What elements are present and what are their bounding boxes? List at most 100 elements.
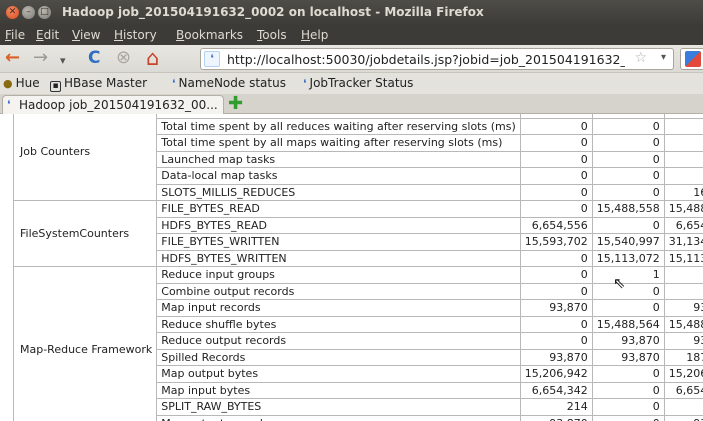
counter-name: Reduce input groups xyxy=(156,266,521,284)
map-value: 0 xyxy=(519,134,593,152)
menu-edit[interactable]: Edit xyxy=(36,28,59,42)
bookmark-label: HBase Master xyxy=(64,76,148,90)
home-icon[interactable]: ⌂ xyxy=(146,48,159,69)
menu-help[interactable]: Help xyxy=(301,28,328,42)
history-dropdown-icon[interactable]: ▾ xyxy=(60,51,66,71)
total-value xyxy=(663,266,703,284)
tab-hadoop-job[interactable]: ❛ Hadoop job_201504191632_00... xyxy=(2,95,224,114)
tab-bar: ❛ Hadoop job_201504191632_00... ✚ xyxy=(0,94,703,114)
navigation-toolbar: ← → ▾ C ⊗ ⌂ ❛ http://localhost:50030/job… xyxy=(0,45,703,73)
counter-name: HDFS_BYTES_WRITTEN xyxy=(156,249,521,267)
bookmark-label: Hue xyxy=(15,76,40,90)
new-tab-icon[interactable]: ✚ xyxy=(228,94,243,114)
map-value: 0 xyxy=(519,249,593,267)
counter-name: Data-local map tasks xyxy=(156,167,521,185)
site-favicon-icon: ❛ xyxy=(204,51,220,67)
reduce-value: 0 xyxy=(591,299,665,317)
forward-arrow-icon[interactable]: → xyxy=(33,48,48,68)
counter-name: Combine output records xyxy=(156,282,521,300)
total-value: 6,654,55 xyxy=(663,216,703,234)
bookmark-jobtracker-status[interactable]: ❛ JobTracker Status xyxy=(303,76,413,90)
reduce-value: 0 xyxy=(591,365,665,383)
hadoop-leaf-icon: ❛ xyxy=(172,77,176,90)
total-value: 93,87 xyxy=(663,414,703,421)
counter-name: Reduce output records xyxy=(156,332,521,350)
map-value: 0 xyxy=(519,117,593,135)
counter-name: Launched map tasks xyxy=(156,150,521,168)
counter-group-name: FileSystemCounters xyxy=(12,200,158,267)
tab-label: Hadoop job_201504191632_00... xyxy=(19,98,218,112)
url-dropdown-icon[interactable]: ▾ xyxy=(661,52,666,63)
menu-view[interactable]: View xyxy=(72,28,100,42)
map-value: 6,654,556 xyxy=(519,216,593,234)
counter-name: SPLIT_RAW_BYTES xyxy=(156,398,521,416)
reduce-value: 15,540,997 xyxy=(591,233,665,251)
search-box[interactable] xyxy=(680,48,703,70)
map-value: 0 xyxy=(519,282,593,300)
back-arrow-icon[interactable]: ← xyxy=(5,48,20,68)
table-row: FileSystemCounters FILE_BYTES_READ 0 15,488… xyxy=(12,200,703,267)
window-title: Hadoop job_201504191632_0002 on localhos… xyxy=(62,5,484,19)
counter-name: Spilled Records xyxy=(156,348,521,366)
window-title-bar: ✕ – □ Hadoop job_201504191632_0002 on lo… xyxy=(0,0,703,25)
hadoop-leaf-icon: ❛ xyxy=(7,98,11,111)
url-bar[interactable]: ❛ http://localhost:50030/jobdetails.jsp?… xyxy=(200,48,674,70)
hue-bee-icon: ● xyxy=(3,77,13,90)
menu-tools[interactable]: Tools xyxy=(257,28,287,42)
bookmark-hue[interactable]: ● Hue xyxy=(3,76,40,90)
map-value: 0 xyxy=(519,266,593,284)
menu-file[interactable]: File xyxy=(5,28,25,42)
map-value: 0 xyxy=(519,200,593,218)
total-value: 31,134,69 xyxy=(663,233,703,251)
total-value: 93,87 xyxy=(663,332,703,350)
total-value xyxy=(663,282,703,300)
counter-name: Map output records xyxy=(156,414,521,421)
bookmarks-toolbar: ● Hue ▪ HBase Master ❛ NameNode status ❛ Job… xyxy=(0,73,703,94)
window-close-button[interactable]: ✕ xyxy=(6,6,19,19)
reduce-value: 93,870 xyxy=(591,348,665,366)
window-maximize-button[interactable]: □ xyxy=(38,6,51,19)
counter-name: HDFS_BYTES_READ xyxy=(156,216,521,234)
reload-icon[interactable]: C xyxy=(88,48,100,68)
reduce-value: 0 xyxy=(591,167,665,185)
menu-history[interactable]: History xyxy=(114,28,157,42)
counter-group-name: Map-Reduce Framework xyxy=(12,266,158,421)
reduce-value: 0 xyxy=(591,216,665,234)
total-value xyxy=(663,150,703,168)
bookmark-label: NameNode status xyxy=(178,76,286,90)
bookmark-star-icon[interactable]: ☆ xyxy=(634,50,647,66)
map-value: 93,870 xyxy=(519,348,593,366)
total-value xyxy=(663,117,703,135)
menu-bar: File Edit View History Bookmarks Tools H… xyxy=(0,25,703,45)
map-value: 93,870 xyxy=(519,299,593,317)
total-value: 15,206,94 xyxy=(663,365,703,383)
stop-icon[interactable]: ⊗ xyxy=(116,48,131,68)
map-value: 6,654,342 xyxy=(519,381,593,399)
counter-name: Total time spent by all maps waiting aft… xyxy=(156,134,521,152)
reduce-value: 15,113,072 xyxy=(591,249,665,267)
total-value xyxy=(663,134,703,152)
total-value: 15,488,55 xyxy=(663,200,703,218)
reduce-value: 0 xyxy=(591,381,665,399)
window-minimize-button[interactable]: – xyxy=(22,6,35,19)
map-value: 214 xyxy=(519,398,593,416)
url-text[interactable]: http://localhost:50030/jobdetails.jsp?jo… xyxy=(227,52,625,67)
map-value: 0 xyxy=(519,332,593,350)
reduce-value: 0 xyxy=(591,134,665,152)
counter-name: Total time spent by all reduces waiting … xyxy=(156,117,521,135)
bookmark-namenode-status[interactable]: ❛ NameNode status xyxy=(172,76,286,90)
reduce-value: 15,488,564 xyxy=(591,315,665,333)
reduce-value: 0 xyxy=(591,414,665,421)
total-value: 15,488,56 xyxy=(663,315,703,333)
hbase-icon: ▪ xyxy=(50,81,61,92)
total-value: 93,87 xyxy=(663,299,703,317)
bookmark-hbase-master[interactable]: ▪ HBase Master xyxy=(50,76,147,92)
map-value: 93,870 xyxy=(519,414,593,421)
total-value: 21 xyxy=(663,398,703,416)
reduce-value: 93,870 xyxy=(591,332,665,350)
total-value: 16,23 xyxy=(663,183,703,201)
reduce-value: 15,488,558 xyxy=(591,200,665,218)
table-row: Map-Reduce Framework Reduce input groups 0… xyxy=(12,266,703,421)
search-engine-icon[interactable] xyxy=(685,51,701,67)
menu-bookmarks[interactable]: Bookmarks xyxy=(176,28,243,42)
